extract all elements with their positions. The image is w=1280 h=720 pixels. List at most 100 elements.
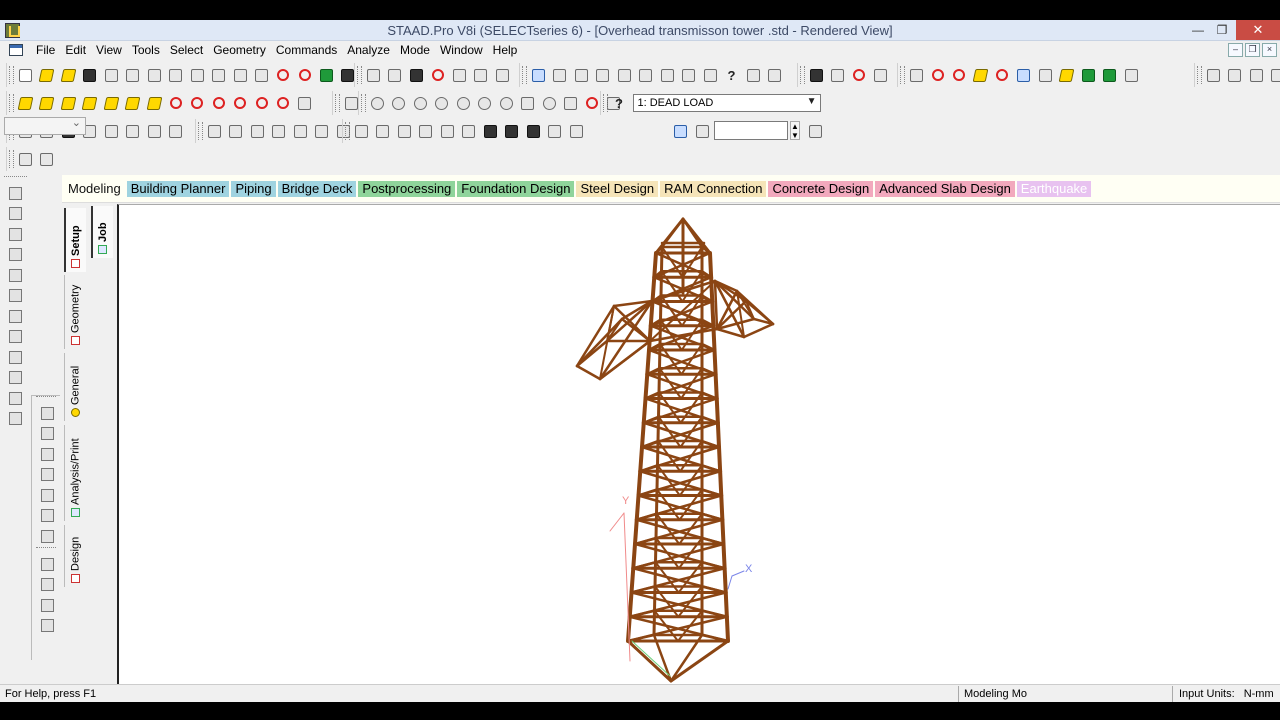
repair-icon[interactable]: [273, 65, 293, 85]
beam-length-icon[interactable]: [657, 65, 677, 85]
tower-member-104[interactable]: [638, 445, 644, 474]
undo-dropdown-icon[interactable]: [209, 65, 229, 85]
angle-icon[interactable]: [614, 65, 634, 85]
delete-icon[interactable]: [166, 65, 186, 85]
menu-commands[interactable]: Commands: [271, 43, 342, 58]
tower-member-141[interactable]: [720, 517, 726, 546]
zoom-extents-icon[interactable]: [496, 93, 516, 113]
structure-wizard-icon[interactable]: [15, 149, 35, 169]
menu-select[interactable]: Select: [165, 43, 208, 58]
tower-member-10[interactable]: [660, 245, 664, 273]
document-icon[interactable]: [492, 65, 512, 85]
hook-icon[interactable]: [545, 121, 565, 141]
node-numbers-icon[interactable]: [351, 121, 371, 141]
label-b-icon[interactable]: [36, 575, 58, 594]
magnify-icon[interactable]: [539, 93, 559, 113]
tower-member-140[interactable]: [633, 517, 639, 546]
x-axis-arrow[interactable]: [727, 575, 733, 590]
tab-foundation-design[interactable]: Foundation Design: [457, 180, 575, 197]
tab-advanced-slab-design[interactable]: Advanced Slab Design: [875, 180, 1015, 197]
tab-analysis-print[interactable]: Analysis/Print: [64, 425, 86, 521]
menu-edit[interactable]: Edit: [60, 43, 91, 58]
beam-shape-icon[interactable]: [502, 121, 522, 141]
tab-piping[interactable]: Piping: [231, 180, 276, 197]
tower-member-80[interactable]: [641, 396, 648, 425]
view-front-icon[interactable]: [15, 93, 35, 113]
rotate-left-icon[interactable]: [209, 93, 229, 113]
nodes-cursor-icon[interactable]: [4, 204, 26, 223]
snap-grid-icon[interactable]: [204, 121, 224, 141]
print-icon[interactable]: [363, 65, 383, 85]
structure-combo[interactable]: [4, 116, 86, 135]
property-icon[interactable]: [36, 424, 58, 443]
translational-repeat-icon[interactable]: [290, 121, 310, 141]
rotate-right-icon[interactable]: [230, 93, 250, 113]
rotate-3d-icon[interactable]: [295, 93, 315, 113]
cursor-icon[interactable]: [765, 65, 785, 85]
rotate-down-icon[interactable]: [187, 93, 207, 113]
label-a-icon[interactable]: [36, 555, 58, 574]
paste-icon[interactable]: [144, 65, 164, 85]
design-icon[interactable]: [1100, 65, 1120, 85]
monitor-icon[interactable]: [670, 121, 690, 141]
select-surfaces-icon[interactable]: [101, 121, 121, 141]
close-button[interactable]: ✕: [1236, 20, 1280, 40]
load-spec-icon[interactable]: [36, 486, 58, 505]
view-back-icon[interactable]: [37, 93, 57, 113]
beams-cursor-icon[interactable]: [4, 225, 26, 244]
copy-icon[interactable]: [101, 65, 121, 85]
section-list-icon[interactable]: [1057, 65, 1077, 85]
tower-member-116[interactable]: [636, 469, 643, 498]
node-graph-icon[interactable]: [316, 65, 336, 85]
tower-member-69[interactable]: [713, 372, 719, 401]
x-axis-line[interactable]: [731, 570, 745, 577]
beam-numbers-icon[interactable]: [373, 121, 393, 141]
window-3-icon[interactable]: [1246, 65, 1266, 85]
rendered-view[interactable]: YX: [117, 204, 1280, 684]
tower-member-129[interactable]: [719, 493, 725, 522]
pointer-help-icon[interactable]: [743, 65, 763, 85]
label-d-icon[interactable]: [36, 616, 58, 635]
tower-member-239[interactable]: [669, 639, 730, 683]
distance-icon[interactable]: [593, 65, 613, 85]
pipe-icon[interactable]: [949, 65, 969, 85]
print-preview-icon[interactable]: [385, 65, 405, 85]
spin-left-icon[interactable]: [252, 93, 272, 113]
help-icon[interactable]: ?: [722, 65, 742, 85]
support-icon[interactable]: [992, 65, 1012, 85]
tower-member-165[interactable]: [722, 566, 728, 595]
interactive-design-icon[interactable]: [37, 149, 57, 169]
crown-icon[interactable]: [971, 65, 991, 85]
help-query-icon[interactable]: [692, 121, 712, 141]
tower-member-177[interactable]: [723, 590, 729, 619]
surfaces-cursor-icon[interactable]: [4, 286, 26, 305]
tower-member-128[interactable]: [634, 493, 641, 522]
material-spec-icon[interactable]: [36, 506, 58, 525]
cut-icon[interactable]: [123, 65, 143, 85]
menu-help[interactable]: Help: [488, 43, 523, 58]
ibeam-icon[interactable]: [1035, 65, 1055, 85]
undo-icon[interactable]: [187, 65, 207, 85]
tower-member-8[interactable]: [652, 251, 658, 280]
tower-member-94[interactable]: [656, 415, 660, 443]
add-beam-icon[interactable]: [226, 121, 246, 141]
tab-geometry[interactable]: Geometry: [64, 275, 86, 349]
shade-icon[interactable]: [582, 93, 602, 113]
doc-close-button[interactable]: ×: [1262, 43, 1277, 57]
paint-cursor-icon[interactable]: [4, 409, 26, 428]
spin-right-icon[interactable]: [273, 93, 293, 113]
add-node-icon[interactable]: [269, 121, 289, 141]
view-right-icon[interactable]: [80, 93, 100, 113]
doc-minimize-button[interactable]: –: [1228, 43, 1243, 57]
physical-members-icon[interactable]: [4, 348, 26, 367]
tab-steel-design[interactable]: Steel Design: [576, 180, 659, 197]
section-display-icon[interactable]: [480, 121, 500, 141]
tower-member-58[interactable]: [658, 342, 662, 370]
view-left-icon[interactable]: [58, 93, 78, 113]
zoom-window-icon[interactable]: [367, 93, 387, 113]
menu-mode[interactable]: Mode: [395, 43, 435, 58]
scale-input[interactable]: [714, 121, 788, 140]
axis-icon[interactable]: [437, 121, 457, 141]
tool-icon[interactable]: [566, 121, 586, 141]
window-2-icon[interactable]: [1225, 65, 1245, 85]
